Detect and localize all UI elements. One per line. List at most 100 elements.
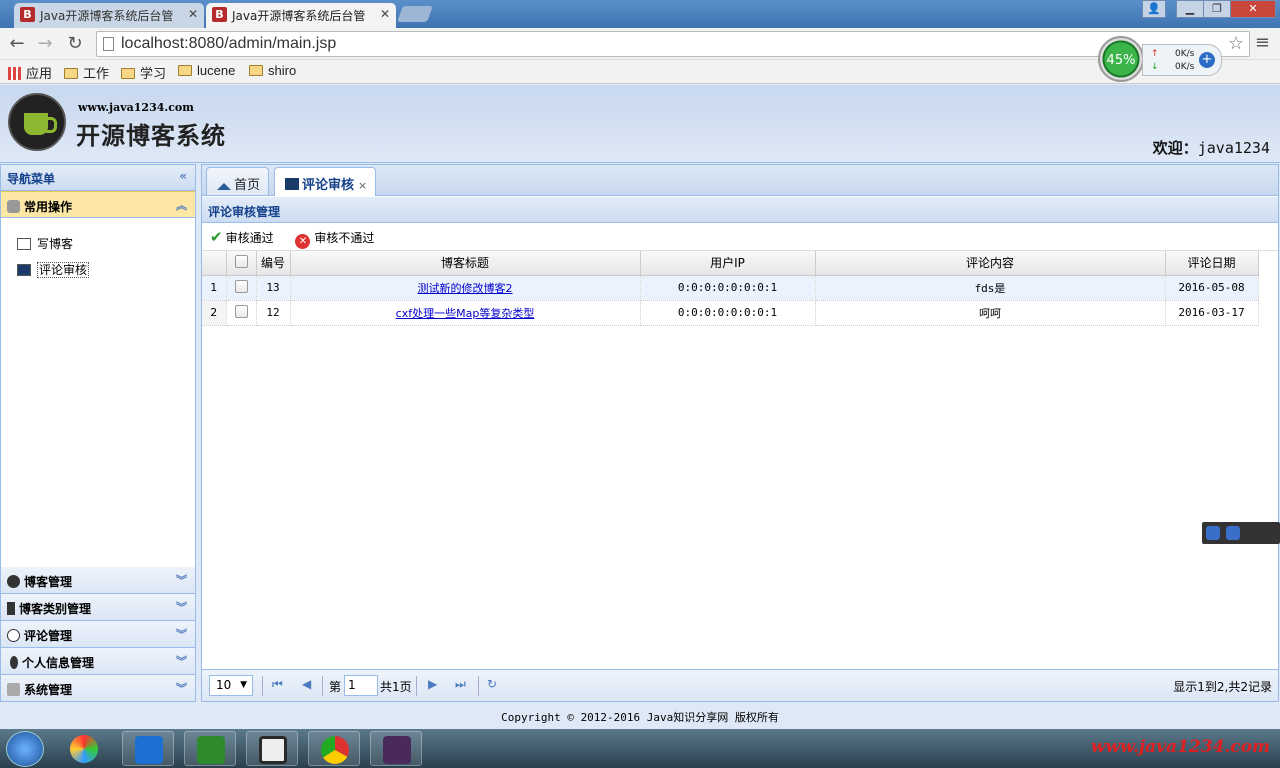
bookmark-apps[interactable]: 应用: [8, 63, 52, 82]
speed-box: ↑ 0K/s ↓ 0K/s +: [1142, 44, 1222, 76]
taskbar-app-chrome[interactable]: [308, 731, 360, 766]
bookmark-folder[interactable]: 学习: [121, 63, 166, 82]
system-icon: [7, 683, 20, 696]
group-personal-info[interactable]: 个人信息管理 ︾: [1, 648, 195, 675]
chevron-down-icon[interactable]: ︾: [176, 680, 187, 696]
minimize-button[interactable]: ▁: [1176, 0, 1204, 18]
taskbar-app-colorful[interactable]: [58, 731, 110, 766]
tab-home[interactable]: 首页: [206, 167, 270, 195]
tab-comment-review[interactable]: 评论审核 ×: [274, 167, 377, 196]
chevron-up-icon[interactable]: ︽: [176, 197, 187, 213]
close-tab-icon[interactable]: ×: [358, 179, 367, 192]
group-comment-manage[interactable]: 评论管理 ︾: [1, 621, 195, 648]
address-bar[interactable]: localhost:8080/admin/main.jsp: [96, 31, 1250, 57]
reload-icon[interactable]: ↻: [64, 33, 86, 55]
group-blog-manage[interactable]: 博客管理 ︾: [1, 567, 195, 594]
app-header: www.java1234.com 开源博客系统 欢迎：java1234: [0, 85, 1280, 163]
menu-item-label: 评论审核: [37, 262, 90, 278]
column-header-blog-title[interactable]: 博客标题: [290, 251, 641, 276]
browser-toolbar: ← → ↻ localhost:8080/admin/main.jsp ☆ ≡: [0, 28, 1280, 60]
bookmark-folder[interactable]: 工作: [64, 63, 109, 82]
taskbar-app-camtasia-2[interactable]: [246, 731, 298, 766]
menu-item-write-blog[interactable]: 写博客: [1, 232, 195, 258]
folder-icon: [121, 68, 135, 79]
blog-title-link[interactable]: cxf处理一些Map等复杂类型: [396, 307, 535, 320]
column-header-user-ip[interactable]: 用户IP: [640, 251, 816, 276]
select-all-checkbox-cell[interactable]: [226, 251, 257, 276]
chevron-down-icon[interactable]: ︾: [176, 653, 187, 669]
toolbar-icon[interactable]: [1206, 526, 1220, 540]
chevron-down-icon[interactable]: ︾: [176, 572, 187, 588]
browser-tab-title: Java开源博客系统后台管: [232, 9, 366, 23]
menu-item-comment-review[interactable]: 评论审核: [1, 258, 195, 284]
folder-icon: [178, 65, 192, 76]
dropdown-arrow-icon: ▼: [240, 680, 247, 690]
watermark: www.java1234.com: [1090, 737, 1270, 757]
back-icon[interactable]: ←: [6, 33, 28, 55]
reject-button[interactable]: ✕ 审核不通过: [295, 229, 374, 249]
gear-icon: [7, 200, 20, 213]
browser-tab-1[interactable]: B Java开源博客系统后台管 ✕: [14, 3, 204, 28]
table-row[interactable]: 2 12 cxf处理一些Map等复杂类型 0:0:0:0:0:0:0:1 呵呵 …: [202, 300, 1259, 326]
bookmark-apps-label: 应用: [26, 66, 53, 81]
favicon-icon: B: [212, 7, 227, 22]
speed-percent: 45%: [1098, 36, 1144, 82]
approve-button[interactable]: ✔ 审核通过: [210, 228, 274, 246]
taskbar-app-eclipse[interactable]: [370, 731, 422, 766]
taskbar-app-camtasia[interactable]: [184, 731, 236, 766]
row-number: 1: [202, 275, 227, 301]
refresh-icon[interactable]: ↻: [487, 677, 497, 691]
group-system-manage[interactable]: 系统管理 ︾: [1, 675, 195, 702]
bookmark-folder[interactable]: lucene: [178, 63, 235, 78]
close-tab-icon[interactable]: ✕: [380, 7, 390, 21]
start-button[interactable]: [6, 731, 44, 767]
blog-title-link[interactable]: 测试新的修改博客2: [418, 282, 513, 295]
favicon-icon: B: [20, 7, 35, 22]
collapse-panel-icon[interactable]: «: [179, 169, 187, 183]
username: java1234: [1197, 139, 1270, 157]
help-icon[interactable]: [1226, 526, 1240, 540]
first-page-icon[interactable]: ⏮: [272, 677, 283, 692]
column-header-date[interactable]: 评论日期: [1165, 251, 1259, 276]
new-tab-button[interactable]: [397, 6, 433, 22]
app-icon: [70, 735, 98, 763]
next-page-icon[interactable]: ▶: [428, 677, 437, 691]
page-number-input[interactable]: 1: [344, 675, 378, 696]
row-checkbox-cell[interactable]: [226, 275, 257, 301]
browser-menu-icon[interactable]: ≡: [1255, 32, 1270, 53]
close-window-button[interactable]: ✕: [1230, 0, 1276, 18]
chevron-down-icon[interactable]: ︾: [176, 626, 187, 642]
chevron-down-icon[interactable]: ︾: [176, 599, 187, 615]
prev-page-icon[interactable]: ◀: [302, 677, 311, 691]
last-page-icon[interactable]: ⏭: [455, 677, 466, 692]
row-checkbox[interactable]: [234, 304, 248, 318]
separator: [262, 676, 263, 696]
folder-icon: [64, 68, 78, 79]
taskbar-app-wps[interactable]: [122, 731, 174, 766]
row-checkbox[interactable]: [234, 279, 248, 293]
folder-icon: [249, 65, 263, 76]
column-header-id[interactable]: 编号: [256, 251, 291, 276]
row-checkbox-cell[interactable]: [226, 300, 257, 326]
cell-blog-title: 测试新的修改博客2: [290, 275, 641, 301]
close-tab-icon[interactable]: ✕: [188, 7, 198, 21]
plus-icon[interactable]: +: [1199, 52, 1215, 68]
cell-content: 呵呵: [815, 300, 1166, 326]
column-header-content[interactable]: 评论内容: [815, 251, 1166, 276]
group-blog-type-manage[interactable]: 博客类别管理 ︾: [1, 594, 195, 621]
bookmark-folder[interactable]: shiro: [249, 63, 296, 78]
network-speed-widget[interactable]: 45% ↑ 0K/s ↓ 0K/s +: [1098, 36, 1222, 82]
floating-toolbar[interactable]: [1202, 522, 1280, 544]
cell-id: 13: [256, 275, 291, 301]
comment-icon: [285, 178, 299, 190]
group-common-ops[interactable]: 常用操作 ︽: [1, 191, 195, 218]
restore-button[interactable]: ❐: [1203, 0, 1231, 18]
select-all-checkbox[interactable]: [234, 254, 248, 268]
page-size-select[interactable]: 10 ▼: [209, 675, 253, 696]
forward-icon[interactable]: →: [34, 33, 56, 55]
bookmark-star-icon[interactable]: ☆: [1228, 33, 1244, 54]
group-body: 写博客 评论审核: [1, 218, 195, 567]
browser-tab-2[interactable]: B Java开源博客系统后台管 ✕: [206, 3, 396, 28]
table-row[interactable]: 1 13 测试新的修改博客2 0:0:0:0:0:0:0:1 fds是 2016…: [202, 275, 1259, 301]
user-icon[interactable]: 👤: [1142, 0, 1166, 18]
